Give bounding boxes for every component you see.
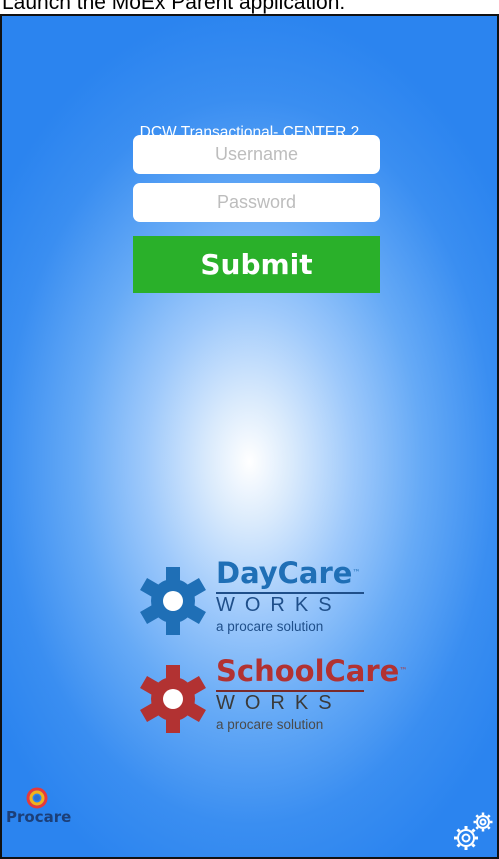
schoolcare-brand-name: SchoolCare™ [216, 654, 408, 688]
instruction-caption: Launch the MoEx Parent application: [2, 0, 346, 14]
submit-button[interactable]: Submit [133, 236, 380, 293]
procare-logo-icon [26, 787, 48, 809]
daycare-works-logo: DayCare™ WORKS a procare solution [138, 556, 378, 646]
daycare-brand-name: DayCare™ [216, 556, 361, 590]
gear-icon [140, 665, 206, 733]
settings-gears-icon[interactable] [449, 809, 495, 855]
daycare-tagline: a procare solution [216, 619, 324, 634]
schoolcare-tagline: a procare solution [216, 717, 324, 732]
procare-logo: Procare [6, 786, 72, 846]
gear-icon [140, 567, 206, 635]
username-input[interactable] [133, 135, 380, 174]
schoolcare-works-text: WORKS [216, 692, 342, 714]
schoolcare-works-logo: SchoolCare™ WORKS a procare solution [138, 654, 407, 744]
app-screen: DCW Transactional- CENTER 2 Submit DayCa… [0, 14, 499, 859]
daycare-works-text: WORKS [216, 594, 342, 616]
procare-label: Procare [6, 808, 72, 826]
password-input[interactable] [133, 183, 380, 222]
